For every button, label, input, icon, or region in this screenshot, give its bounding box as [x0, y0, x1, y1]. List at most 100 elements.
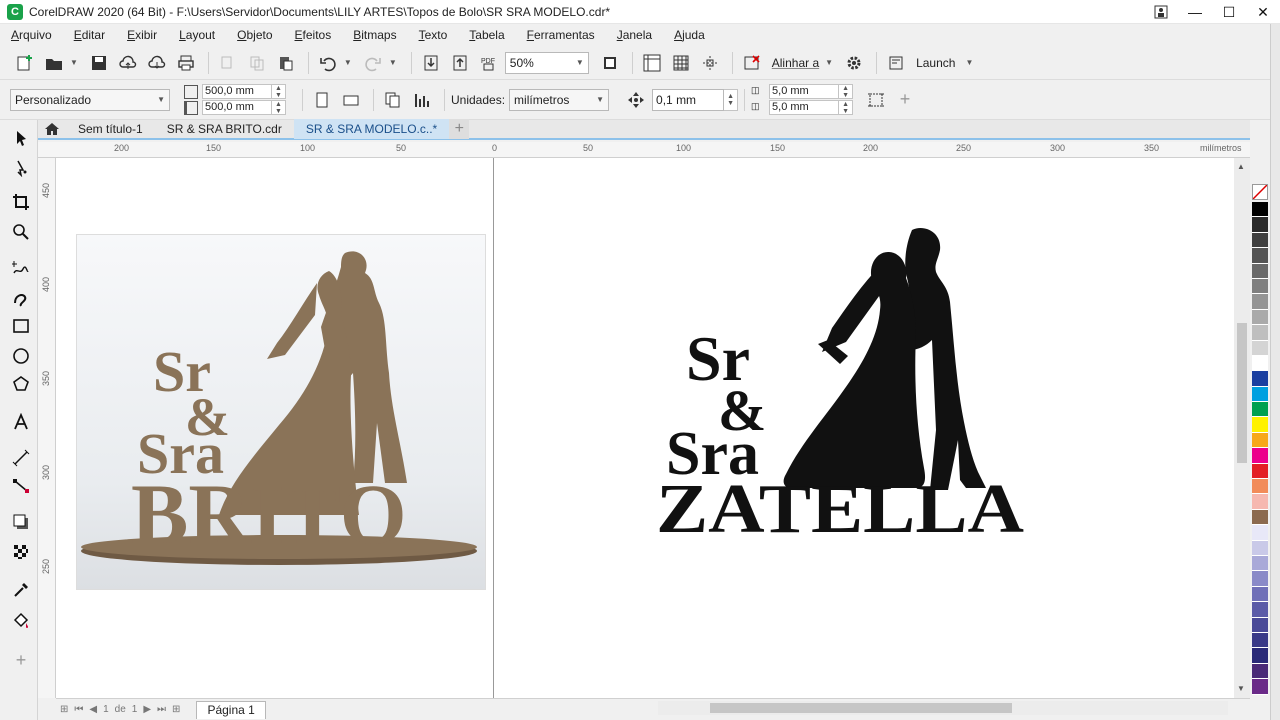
palette-scroll-up-icon[interactable]: [1250, 142, 1270, 156]
color-swatch[interactable]: [1252, 432, 1268, 449]
align-to-dropdown[interactable]: Alinhar a: [772, 56, 819, 70]
color-swatch[interactable]: [1252, 555, 1268, 572]
color-swatch[interactable]: [1252, 571, 1268, 587]
add-toolbar-item-icon[interactable]: +: [892, 87, 918, 113]
units-dropdown-icon[interactable]: ▼: [596, 95, 604, 104]
color-swatch[interactable]: [1252, 340, 1268, 356]
color-swatch[interactable]: [1252, 479, 1268, 495]
color-swatch[interactable]: [1252, 648, 1268, 664]
color-swatch[interactable]: [1252, 386, 1268, 403]
first-page-icon[interactable]: ⏮: [74, 704, 83, 715]
add-page-before-icon[interactable]: ⊞: [60, 704, 68, 715]
current-page-icon[interactable]: [409, 87, 435, 113]
menu-efeitos[interactable]: Efeitos: [295, 28, 332, 42]
import-icon[interactable]: [418, 50, 444, 76]
menu-texto[interactable]: Texto: [419, 28, 448, 42]
freehand-tool-icon[interactable]: [9, 256, 33, 280]
close-button[interactable]: ✕: [1246, 0, 1280, 24]
color-swatch[interactable]: [1252, 463, 1268, 480]
color-swatch[interactable]: [1252, 509, 1268, 526]
portrait-icon[interactable]: [309, 87, 335, 113]
menu-objeto[interactable]: Objeto: [237, 28, 272, 42]
zoom-tool-icon[interactable]: [9, 220, 33, 244]
duplicate-y-input[interactable]: 5,0 mm: [769, 100, 840, 115]
horizontal-scrollbar[interactable]: [658, 701, 1228, 715]
menu-tabela[interactable]: Tabela: [469, 28, 504, 42]
launch-button[interactable]: Launch: [916, 56, 955, 70]
page-size-preset-select[interactable]: Personalizado ▼: [10, 88, 170, 111]
color-swatch[interactable]: [1252, 248, 1268, 264]
artistic-media-tool-icon[interactable]: [9, 286, 33, 310]
full-screen-icon[interactable]: [597, 50, 623, 76]
color-swatch[interactable]: [1252, 294, 1268, 310]
preset-dropdown-icon[interactable]: ▼: [157, 95, 165, 104]
color-swatch[interactable]: [1252, 402, 1268, 418]
options-gear-icon[interactable]: [841, 50, 867, 76]
color-swatch[interactable]: [1252, 202, 1268, 218]
new-document-icon[interactable]: [12, 50, 38, 76]
duplicate-x-spinner[interactable]: ▲ ▼: [839, 84, 854, 99]
new-tab-plus-icon[interactable]: +: [449, 119, 470, 139]
width-spinner[interactable]: ▲ ▼: [272, 84, 286, 99]
undo-dropdown-icon[interactable]: ▼: [344, 58, 352, 67]
add-tool-icon[interactable]: +: [9, 648, 33, 672]
ellipse-tool-icon[interactable]: [9, 344, 33, 368]
color-swatch[interactable]: [1252, 278, 1268, 295]
color-swatch[interactable]: [1252, 217, 1268, 233]
tab-sr-sra-brito[interactable]: SR & SRA BRITO.cdr: [155, 119, 294, 139]
publish-pdf-icon[interactable]: PDF: [476, 50, 502, 76]
parallel-dimension-tool-icon[interactable]: [9, 446, 33, 470]
launch-icon[interactable]: [883, 50, 909, 76]
color-swatch[interactable]: [1252, 325, 1268, 341]
color-swatch[interactable]: [1252, 371, 1268, 387]
color-swatch[interactable]: [1252, 632, 1268, 649]
export-icon[interactable]: [447, 50, 473, 76]
home-tab[interactable]: [38, 119, 66, 139]
all-pages-icon[interactable]: [380, 87, 406, 113]
reference-photo[interactable]: Sr & Sra BRITO: [76, 234, 486, 590]
page-height-input[interactable]: 500,0 mm: [202, 100, 272, 115]
connector-tool-icon[interactable]: [9, 474, 33, 498]
tab-sr-sra-modelo[interactable]: SR & SRA MODELO.c..*: [293, 119, 450, 139]
tab-sem-titulo-1[interactable]: Sem título-1: [66, 119, 155, 139]
cut-icon[interactable]: [215, 50, 241, 76]
next-page-icon[interactable]: ▶: [143, 704, 151, 715]
color-swatch[interactable]: [1252, 663, 1268, 680]
polygon-tool-icon[interactable]: [9, 372, 33, 396]
cloud-upload-icon[interactable]: [115, 50, 141, 76]
color-swatch[interactable]: [1252, 417, 1268, 433]
redo-dropdown-icon[interactable]: ▼: [389, 58, 397, 67]
zoom-level-combo[interactable]: 50% ▼: [504, 51, 589, 74]
print-icon[interactable]: [173, 50, 199, 76]
horizontal-ruler[interactable]: 200 150 100 50 0 50 100 150 200 250 300 …: [38, 142, 1250, 158]
maximize-button[interactable]: ☐: [1212, 0, 1246, 24]
menu-ferramentas[interactable]: Ferramentas: [527, 28, 595, 42]
vertical-ruler[interactable]: 450 400 350 300 250: [38, 158, 56, 698]
menu-exibir[interactable]: Exibir: [127, 28, 157, 42]
open-folder-icon[interactable]: [41, 50, 67, 76]
treat-as-filled-icon[interactable]: [863, 87, 889, 113]
color-swatch[interactable]: [1252, 540, 1268, 556]
show-guidelines-icon[interactable]: [697, 50, 723, 76]
color-swatch[interactable]: [1252, 494, 1268, 510]
prev-page-icon[interactable]: ◀: [89, 704, 97, 715]
color-swatch[interactable]: [1252, 617, 1268, 633]
landscape-icon[interactable]: [338, 87, 364, 113]
redo-icon[interactable]: [360, 50, 386, 76]
pick-tool-icon[interactable]: [9, 126, 33, 150]
snap-off-icon[interactable]: [739, 50, 765, 76]
color-swatch[interactable]: [1252, 602, 1268, 618]
vertical-scroll-thumb[interactable]: [1237, 323, 1247, 463]
color-swatch[interactable]: [1252, 448, 1268, 464]
shape-tool-icon[interactable]: [9, 156, 33, 180]
duplicate-x-input[interactable]: 5,0 mm: [769, 84, 840, 99]
color-swatch[interactable]: [1252, 309, 1268, 326]
no-color-swatch[interactable]: [1252, 184, 1268, 200]
rectangle-tool-icon[interactable]: [9, 314, 33, 338]
menu-bitmaps[interactable]: Bitmaps: [353, 28, 396, 42]
show-grid-icon[interactable]: [668, 50, 694, 76]
menu-ajuda[interactable]: Ajuda: [674, 28, 705, 42]
save-icon[interactable]: [86, 50, 112, 76]
color-swatch[interactable]: [1252, 355, 1268, 372]
color-swatch[interactable]: [1252, 679, 1268, 695]
